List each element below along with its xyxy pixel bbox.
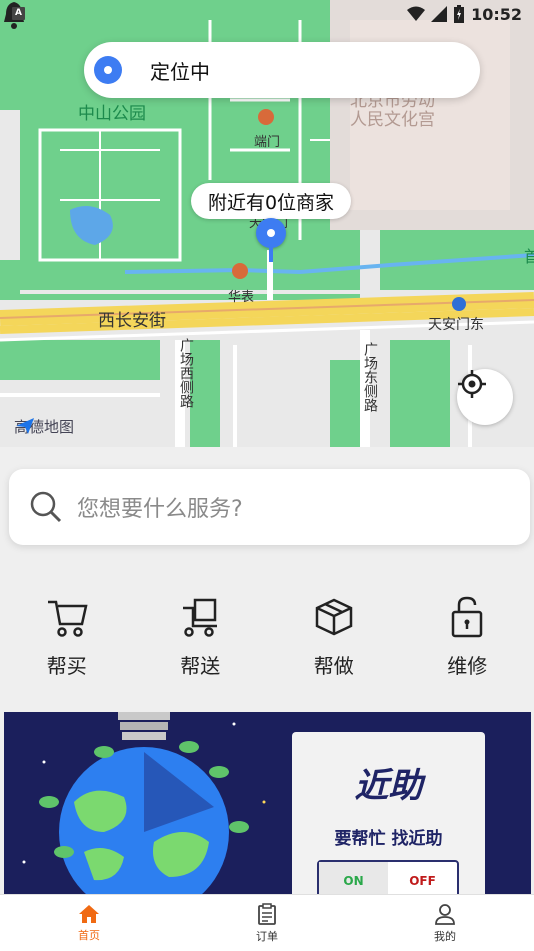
promo-banner[interactable]: 近助 要帮忙 找近助 ON OFF <box>4 712 531 902</box>
bottom-tab-bar: 首页 订单 我的 <box>0 894 534 951</box>
map-label-park: 中山公园 <box>78 99 146 124</box>
cart-icon <box>44 594 90 640</box>
location-status-text: 定位中 <box>150 56 210 85</box>
tab-label: 我的 <box>434 928 456 944</box>
battery-icon <box>453 5 465 23</box>
app-notification-icon: A <box>12 7 25 20</box>
service-buy-button[interactable]: 帮买 <box>0 568 134 698</box>
tab-profile[interactable]: 我的 <box>356 895 534 951</box>
search-icon <box>29 490 63 524</box>
promo-title: 近助 <box>292 758 485 807</box>
home-icon <box>78 904 100 924</box>
service-repair-button[interactable]: 维修 <box>401 568 534 698</box>
map-label-gate-duanmen: 端门 <box>254 131 280 150</box>
map-label-road-east: 广场东侧路 <box>360 342 380 412</box>
service-search-input[interactable]: 您想要什么服务? <box>9 469 530 545</box>
cell-signal-icon <box>431 6 447 22</box>
location-pin-icon <box>94 56 122 84</box>
location-status-pill[interactable]: 定位中 <box>84 42 480 98</box>
tab-home[interactable]: 首页 <box>0 895 178 951</box>
box-icon <box>311 594 357 640</box>
map-view[interactable]: 中山公园 北京市劳动 人民文化宫 端门 天安门 华表 西长安街 天安门东 广场西… <box>0 0 534 447</box>
status-bar: A 10:52 <box>0 0 534 28</box>
amap-logo: 高德地图 <box>14 416 74 437</box>
map-label-edge: 首 <box>524 243 534 267</box>
tab-label: 首页 <box>78 927 100 943</box>
map-center-pin-icon <box>256 218 286 248</box>
map-label-street: 西长安街 <box>98 306 166 331</box>
wifi-icon <box>407 6 425 22</box>
clipboard-icon <box>257 903 277 925</box>
map-center-pin-stem <box>269 246 273 262</box>
truck-icon <box>177 594 223 640</box>
tab-label: 订单 <box>256 928 278 944</box>
map-label-huabiao: 华表 <box>228 286 254 305</box>
service-label: 维修 <box>447 650 487 679</box>
user-icon <box>434 903 456 925</box>
crosshair-icon <box>457 369 487 399</box>
map-label-road-west: 广场西侧路 <box>176 338 196 408</box>
lock-icon <box>444 594 490 640</box>
nearby-merchants-bubble: 附近有0位商家 <box>191 183 351 219</box>
service-label: 帮做 <box>314 650 354 679</box>
promo-subtitle: 要帮忙 找近助 <box>292 824 485 849</box>
map-label-metro: 天安门东 <box>428 314 484 334</box>
status-time: 10:52 <box>471 5 522 24</box>
service-label: 帮买 <box>47 650 87 679</box>
tab-orders[interactable]: 订单 <box>178 895 356 951</box>
search-placeholder: 您想要什么服务? <box>77 491 243 523</box>
service-deliver-button[interactable]: 帮送 <box>134 568 268 698</box>
promo-card: 近助 要帮忙 找近助 ON OFF <box>292 732 485 902</box>
locate-me-button[interactable] <box>457 369 513 425</box>
amap-arrow-icon <box>14 416 36 436</box>
service-grid: 帮买 帮送 帮做 维修 <box>0 568 534 698</box>
lightbulb-earth-illustration <box>4 712 284 902</box>
service-make-button[interactable]: 帮做 <box>267 568 401 698</box>
service-label: 帮送 <box>180 650 220 679</box>
